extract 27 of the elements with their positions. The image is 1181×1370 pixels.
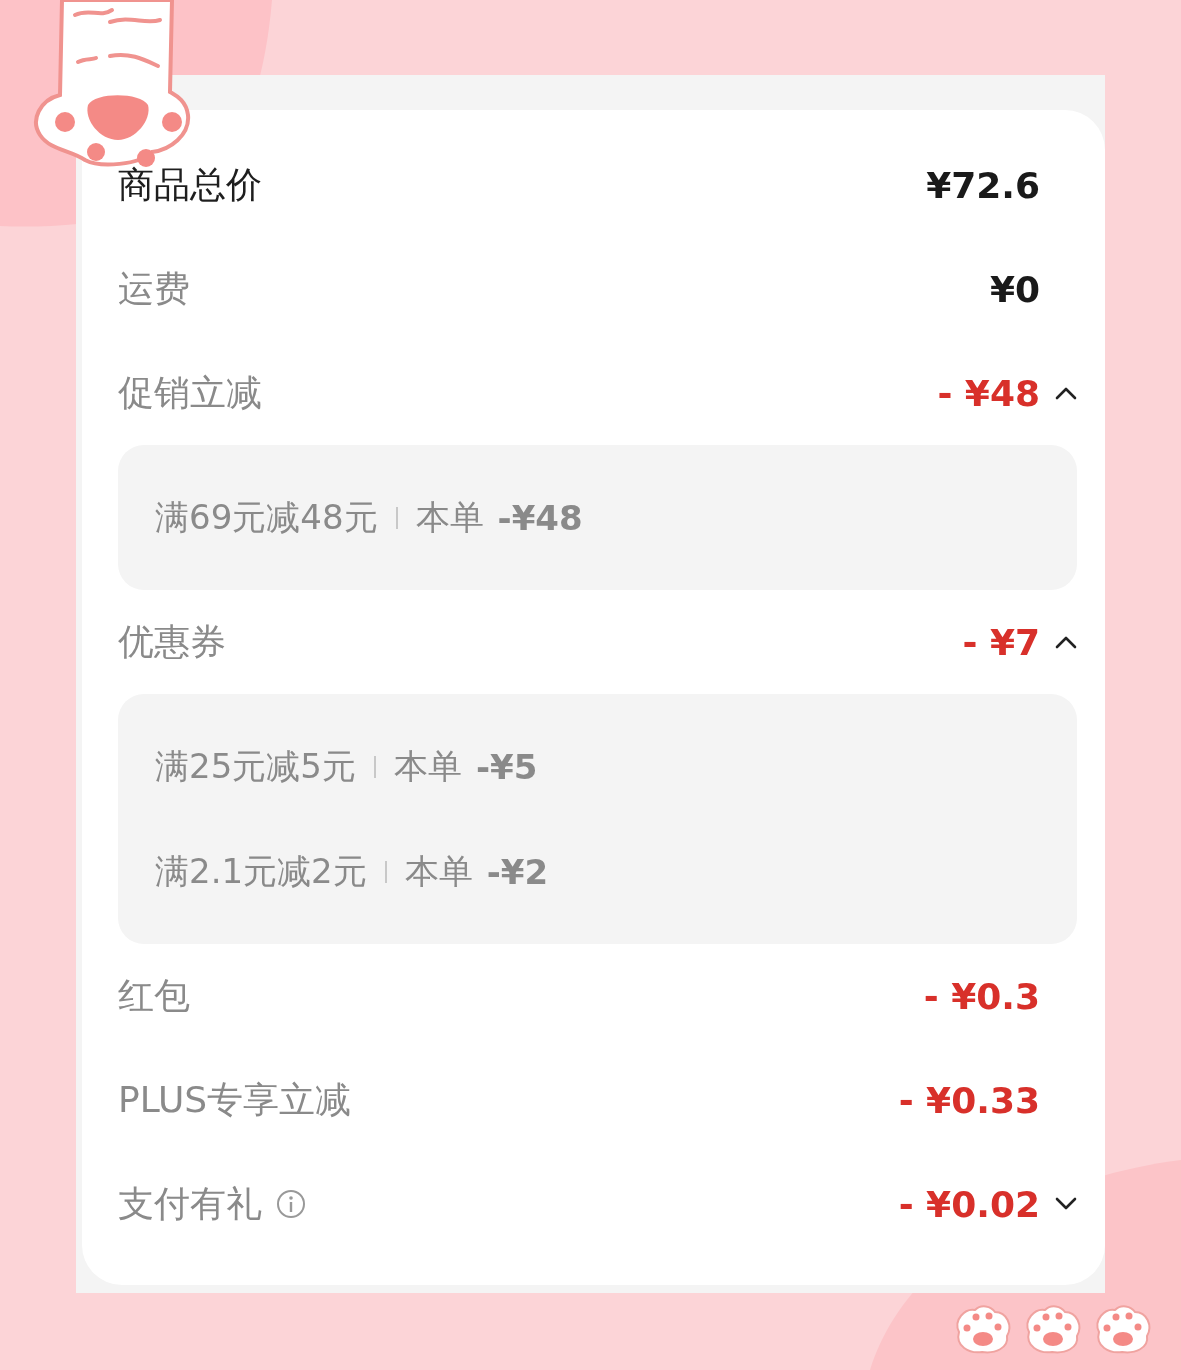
row-label: PLUS专享立减	[118, 1077, 352, 1122]
detail-label: 本单	[404, 849, 473, 893]
amount-value: - ¥0.3	[923, 975, 1040, 1017]
detail-label: 本单	[393, 744, 462, 788]
amount-value: - ¥7	[962, 621, 1040, 663]
amount-value: ¥0	[989, 268, 1040, 310]
collapse-caret-icon[interactable]	[1055, 386, 1077, 400]
discount-condition: 满25元减5元	[155, 744, 356, 788]
amount-value: - ¥0.02	[898, 1183, 1040, 1225]
detail-amount: -¥2	[486, 851, 549, 892]
row-label: 红包	[118, 973, 190, 1018]
collapse-caret-icon[interactable]	[1055, 635, 1077, 649]
expand-caret-icon[interactable]	[1055, 1197, 1077, 1211]
row-label: 运费	[118, 266, 190, 311]
row-label: 促销立减	[118, 370, 262, 415]
amount-value: - ¥0.33	[898, 1079, 1040, 1121]
detail-amount: -¥5	[475, 746, 538, 787]
amount-value: ¥72.6	[926, 164, 1040, 206]
amount-value: - ¥48	[937, 372, 1040, 414]
discount-condition: 满2.1元减2元	[155, 849, 367, 893]
discount-condition: 满69元减48元	[155, 495, 378, 539]
row-label: 优惠券	[118, 619, 226, 664]
detail-amount: -¥48	[497, 497, 583, 538]
info-icon[interactable]	[276, 1189, 306, 1219]
detail-label: 本单	[415, 495, 484, 539]
row-label: 商品总价	[118, 162, 262, 207]
row-label: 支付有礼	[118, 1181, 262, 1226]
